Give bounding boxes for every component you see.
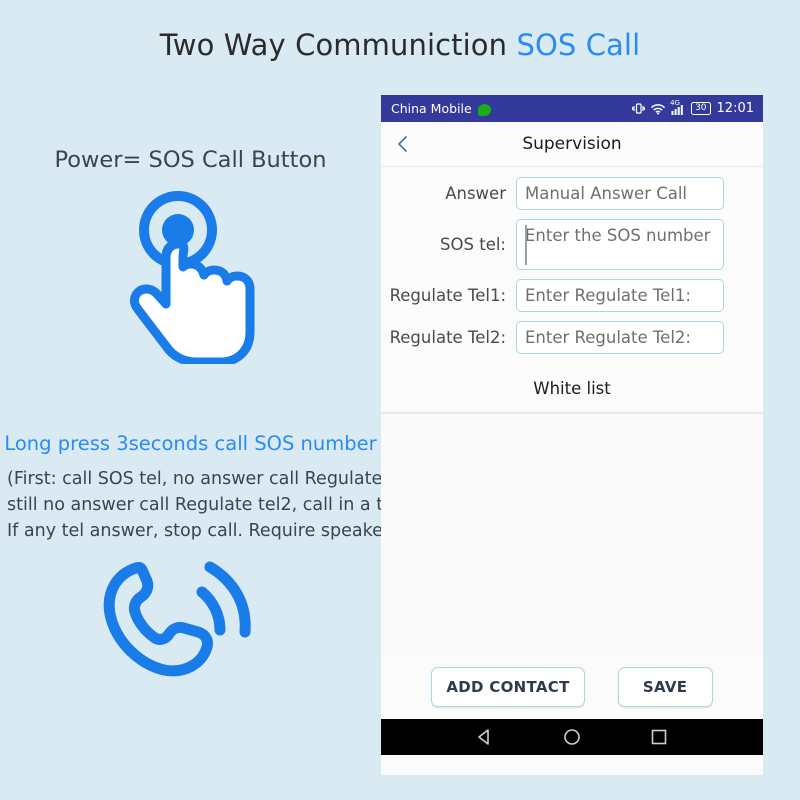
carrier-name: China Mobile [391, 101, 472, 116]
app-bar-title: Supervision [522, 134, 622, 154]
network-type-label: 4G [670, 98, 680, 107]
note-line-3: If any tel answer, stop call. Require sp… [7, 521, 407, 541]
form-row-answer: Answer Manual Answer Call [381, 177, 763, 210]
regulate-tel1-field[interactable]: Enter Regulate Tel1: [516, 279, 724, 312]
sos-tel-field[interactable]: Enter the SOS number [516, 219, 724, 270]
screenshot-root: Two Way Communiction SOS Call Power= SOS… [0, 0, 800, 800]
battery-indicator: 30 [691, 102, 711, 115]
signal-bars-icon: 4G [670, 99, 685, 115]
white-list-header: White list [381, 363, 763, 412]
note-line-1: (First: call SOS tel, no answer call Reg… [7, 469, 422, 489]
form-row-regulate-tel1: Regulate Tel1: Enter Regulate Tel1: [381, 279, 763, 312]
vibrate-icon [632, 102, 646, 115]
nav-back-triangle-icon[interactable] [475, 727, 495, 747]
white-list-body [381, 414, 763, 657]
note-line-2: still no answer call Regulate tel2, call… [7, 495, 418, 515]
call-sequence-note: (First: call SOS tel, no answer call Reg… [7, 466, 422, 544]
status-icons: 4G 30 12:01 [632, 99, 754, 116]
form-row-sos-tel: SOS tel: Enter the SOS number [381, 219, 763, 270]
wechat-icon [477, 103, 491, 116]
regulate-tel2-label: Regulate Tel2: [389, 328, 506, 347]
app-bar: Supervision [381, 122, 763, 167]
answer-label: Answer [445, 184, 506, 203]
supervision-form: Answer Manual Answer Call SOS tel: Enter… [381, 167, 763, 354]
text-caret [525, 225, 527, 265]
answer-field[interactable]: Manual Answer Call [516, 177, 724, 210]
action-button-row: ADD CONTACT SAVE [381, 657, 763, 719]
wifi-icon [651, 103, 665, 115]
power-button-label: Power= SOS Call Button [54, 147, 327, 173]
chevron-left-icon[interactable] [392, 133, 414, 155]
add-contact-button[interactable]: ADD CONTACT [431, 667, 585, 707]
sos-tel-field-placeholder: Enter the SOS number [525, 226, 711, 245]
regulate-tel1-label: Regulate Tel1: [389, 286, 506, 305]
nav-home-circle-icon[interactable] [562, 727, 582, 747]
phone-screenshot: China Mobile 4G 30 12:01 Supervision Ans… [381, 95, 763, 775]
page-title-accent: SOS Call [516, 28, 641, 62]
info-panel: Power= SOS Call Button Long press 3secon… [0, 0, 421, 800]
phone-call-icon [92, 552, 267, 677]
sos-tel-label: SOS tel: [440, 235, 506, 254]
answer-field-value: Manual Answer Call [525, 184, 688, 203]
long-press-instruction: Long press 3seconds call SOS number [4, 432, 377, 455]
regulate-tel2-placeholder: Enter Regulate Tel2: [525, 328, 691, 347]
regulate-tel2-field[interactable]: Enter Regulate Tel2: [516, 321, 724, 354]
carrier-info: China Mobile [391, 101, 491, 116]
regulate-tel1-placeholder: Enter Regulate Tel1: [525, 286, 691, 305]
android-nav-bar [381, 719, 763, 755]
status-bar: China Mobile 4G 30 12:01 [381, 95, 763, 122]
tap-gesture-icon [116, 186, 266, 367]
save-button[interactable]: SAVE [617, 667, 713, 707]
form-row-regulate-tel2: Regulate Tel2: Enter Regulate Tel2: [381, 321, 763, 354]
status-bar-clock: 12:01 [716, 101, 754, 116]
nav-recents-square-icon[interactable] [649, 727, 669, 747]
